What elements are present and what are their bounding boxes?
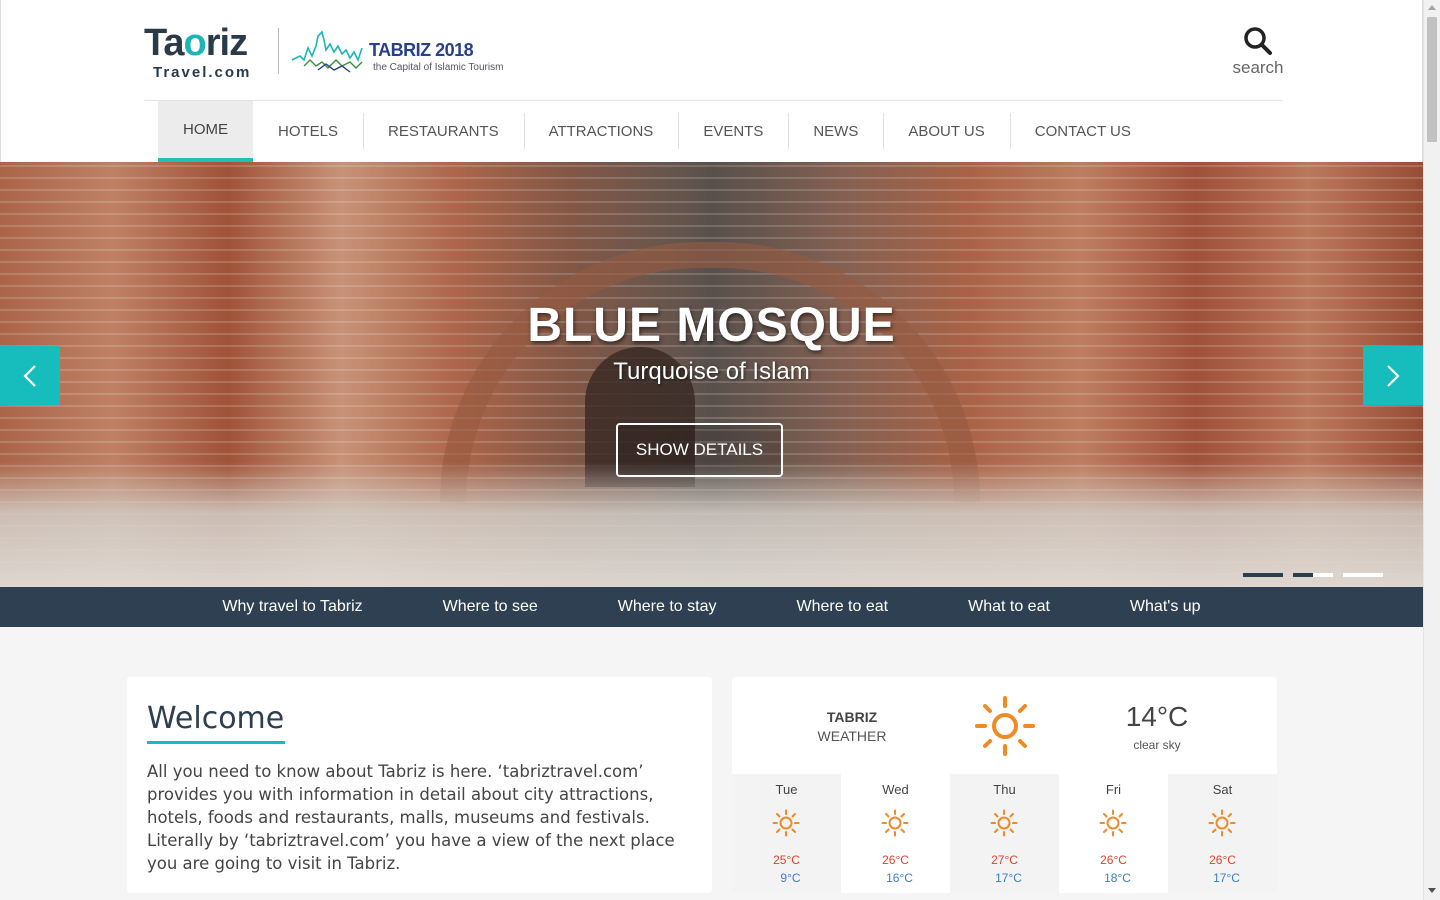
topic-where-to-stay[interactable]: Where to stay	[578, 587, 757, 627]
welcome-text: All you need to know about Tabriz is her…	[147, 762, 675, 873]
page-scrollbar[interactable]	[1423, 0, 1440, 900]
forecast-high: 27°C	[991, 853, 1018, 867]
forecast-day-name: Tue	[775, 782, 798, 797]
sun-icon	[974, 695, 1036, 762]
weather-label: WEATHER	[817, 728, 887, 744]
sun-icon	[990, 809, 1018, 842]
skyline-icon	[291, 30, 363, 73]
welcome-card: Welcome All you need to know about Tabri…	[127, 677, 712, 893]
forecast-low: 9°C	[780, 871, 801, 885]
topic-whats-up[interactable]: What's up	[1090, 587, 1241, 627]
tabriz-2018-logo[interactable]: TABRIZ 2018 the Capital of Islamic Touri…	[290, 26, 515, 78]
slider-prev-button[interactable]	[0, 346, 60, 405]
forecast-low: 17°C	[995, 871, 1022, 885]
hero-slider: BLUE MOSQUE Turquoise of Islam SHOW DETA…	[0, 162, 1423, 587]
forecast-low: 18°C	[1104, 871, 1131, 885]
event-logo-subtitle: the Capital of Islamic Tourism	[373, 62, 504, 73]
event-logo-title: TABRIZ 2018	[369, 40, 474, 60]
slider-dot[interactable]	[1293, 573, 1333, 577]
slider-next-button[interactable]	[1363, 346, 1423, 405]
logo-divider	[278, 28, 279, 74]
topic-why-travel[interactable]: Why travel to Tabriz	[182, 587, 402, 627]
nav-events[interactable]: EVENTS	[678, 101, 788, 162]
slider-dot[interactable]	[1243, 573, 1283, 577]
topic-nav: Why travel to Tabriz Where to see Where …	[0, 587, 1423, 627]
search-icon	[1244, 27, 1272, 55]
weather-city: TABRIZ	[826, 709, 878, 725]
forecast-day-name: Sat	[1212, 782, 1233, 797]
forecast-day-name: Wed	[882, 782, 909, 797]
forecast-high: 26°C	[1100, 853, 1127, 867]
logo-subtitle: Travel.com	[153, 64, 252, 81]
nav-about-us[interactable]: ABOUT US	[883, 101, 1009, 162]
scroll-down-arrow-icon[interactable]	[1428, 888, 1436, 893]
nav-contact-us[interactable]: CONTACT US	[1009, 101, 1156, 162]
hero-floor-decoration	[0, 462, 1423, 587]
nav-home[interactable]: HOME	[158, 101, 253, 162]
hero-title: BLUE MOSQUE	[527, 299, 896, 352]
topic-where-to-see[interactable]: Where to see	[403, 587, 578, 627]
search-label: search	[1232, 58, 1284, 77]
topic-what-to-eat[interactable]: What to eat	[928, 587, 1090, 627]
tabriztravel-logo[interactable]: Taoriz Travel.com	[144, 22, 269, 81]
current-condition: clear sky	[1133, 738, 1181, 752]
slider-pagination	[1243, 573, 1383, 577]
search-button[interactable]: search	[1226, 26, 1290, 78]
sun-icon	[1208, 809, 1236, 842]
forecast-low: 16°C	[886, 871, 913, 885]
chevron-right-icon	[1387, 364, 1400, 387]
chevron-left-icon	[23, 364, 36, 387]
welcome-title: Welcome	[147, 701, 285, 736]
nav-restaurants[interactable]: RESTAURANTS	[363, 101, 524, 162]
topic-where-to-eat[interactable]: Where to eat	[756, 587, 928, 627]
forecast-high: 25°C	[773, 853, 800, 867]
scrollbar-thumb[interactable]	[1427, 17, 1437, 142]
sun-icon	[772, 809, 800, 842]
forecast-day: Wed 26°C 16°C	[841, 774, 950, 893]
forecast-high: 26°C	[1209, 853, 1236, 867]
sun-icon	[1099, 809, 1127, 842]
forecast-day: Thu 27°C 17°C	[950, 774, 1059, 893]
forecast-day: Sat 26°C 17°C	[1168, 774, 1277, 893]
forecast-day-name: Thu	[993, 782, 1016, 797]
slider-dot[interactable]	[1343, 573, 1383, 577]
title-underline	[147, 741, 285, 744]
forecast-low: 17°C	[1213, 871, 1240, 885]
forecast-day: Fri 26°C 18°C	[1059, 774, 1168, 893]
forecast-day: Tue 25°C 9°C	[732, 774, 841, 893]
forecast-day-name: Fri	[1105, 782, 1122, 797]
forecast-row: Tue 25°C 9°C Wed 26°C 16°C Thu 27°C 17°C…	[732, 774, 1277, 893]
nav-attractions[interactable]: ATTRACTIONS	[523, 101, 679, 162]
nav-news[interactable]: NEWS	[788, 101, 883, 162]
nav-hotels[interactable]: HOTELS	[253, 101, 363, 162]
show-details-button[interactable]: SHOW DETAILS	[616, 423, 783, 477]
main-nav: HOME HOTELS RESTAURANTS ATTRACTIONS EVEN…	[158, 101, 1156, 162]
weather-widget: TABRIZ WEATHER 14°C clear sky Tue 25°C 9…	[732, 677, 1277, 893]
logo-wordmark: Taoriz	[144, 22, 248, 64]
hero-subtitle: Turquoise of Islam	[613, 358, 810, 385]
current-temperature: 14°C	[1125, 701, 1189, 732]
forecast-high: 26°C	[882, 853, 909, 867]
scroll-up-arrow-icon[interactable]	[1428, 5, 1436, 10]
sun-icon	[881, 809, 909, 842]
site-header: Taoriz Travel.com TABRIZ 2018 the Capita…	[0, 0, 1423, 162]
